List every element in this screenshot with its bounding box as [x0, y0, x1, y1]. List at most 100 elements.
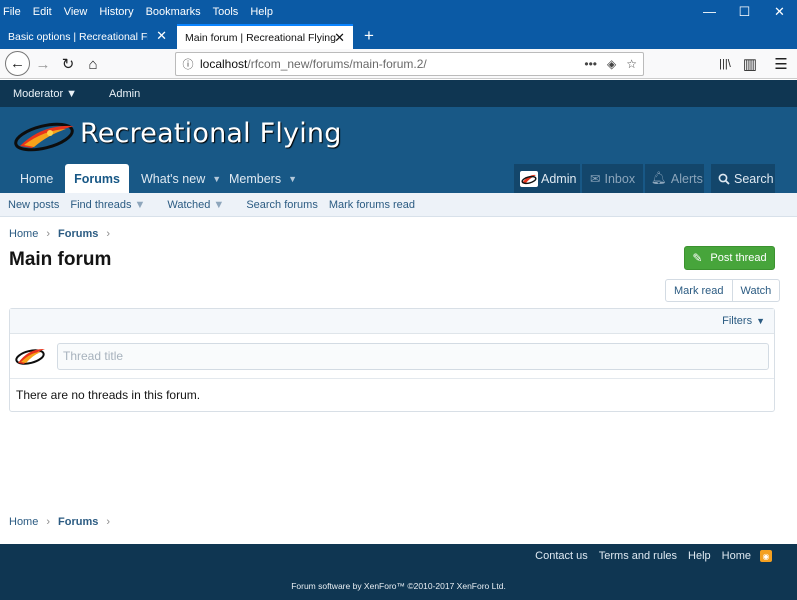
- reload-icon[interactable]: ↻: [56, 52, 80, 76]
- close-tab-icon[interactable]: ✕: [156, 28, 167, 44]
- menu-help[interactable]: Help: [250, 6, 273, 18]
- minimize-icon[interactable]: —: [692, 0, 727, 23]
- nav-members[interactable]: Members ▼: [229, 164, 297, 193]
- subnav-find-threads[interactable]: Find threads ▼: [70, 199, 156, 211]
- page-title: Main forum: [9, 249, 112, 270]
- url-text[interactable]: localhost/rfcom_new/forums/main-forum.2/: [200, 57, 584, 71]
- tab-main-forum[interactable]: Main forum | Recreational Flying ✕: [177, 24, 353, 49]
- url-path: /rfcom_new/forums/main-forum.2/: [247, 57, 427, 71]
- staff-bar: Moderator ▼ Admin: [0, 80, 797, 107]
- nav-search[interactable]: Search: [711, 164, 775, 193]
- nav-alerts[interactable]: 🔔︎ Alerts: [645, 164, 704, 193]
- menu-view[interactable]: View: [64, 6, 88, 18]
- edit-icon: ✎: [692, 251, 703, 265]
- chevron-down-icon: ▼: [213, 198, 225, 211]
- footer-help[interactable]: Help: [688, 550, 711, 562]
- subnav-mark-forums-read[interactable]: Mark forums read: [329, 199, 415, 211]
- subnav-new-posts[interactable]: New posts: [8, 199, 59, 211]
- forward-icon[interactable]: →: [31, 52, 55, 76]
- moderator-menu[interactable]: Moderator ▼: [13, 88, 93, 100]
- page-actions-icon[interactable]: •••: [584, 57, 597, 71]
- thread-list: Filters▼ There are no threads in this fo…: [9, 308, 775, 412]
- library-icon[interactable]: |||\: [713, 52, 737, 76]
- subnav-watched-label: Watched: [167, 198, 211, 211]
- chevron-right-icon: ›: [46, 516, 51, 528]
- site-title[interactable]: Recreational Flying: [80, 118, 342, 149]
- close-window-icon[interactable]: ✕: [762, 0, 797, 23]
- chevron-down-icon[interactable]: ▼: [212, 174, 221, 184]
- menu-history[interactable]: History: [99, 6, 133, 18]
- chevron-down-icon: ▼: [66, 87, 78, 100]
- envelope-icon: ✉: [590, 172, 601, 186]
- nav-members-label: Members: [229, 171, 282, 186]
- bookmark-star-icon[interactable]: ☆: [626, 57, 637, 71]
- breadcrumb-forums[interactable]: Forums: [58, 516, 98, 528]
- info-icon[interactable]: ⓘ: [176, 56, 200, 72]
- search-icon: [718, 173, 730, 185]
- sidebar-icon[interactable]: ▥: [738, 52, 762, 76]
- admin-link[interactable]: Admin: [109, 88, 140, 100]
- quick-thread-row: [10, 334, 774, 379]
- nav-home[interactable]: Home: [20, 164, 53, 193]
- breadcrumb-home[interactable]: Home: [9, 516, 38, 528]
- subnav-watched[interactable]: Watched ▼: [167, 199, 235, 211]
- user-avatar-icon: [520, 170, 538, 187]
- browser-toolbar: ← → ↻ ⌂ ⓘ localhost/rfcom_new/forums/mai…: [0, 49, 797, 79]
- tab-title: Main forum | Recreational Flying: [185, 31, 336, 44]
- subnav-search-forums[interactable]: Search forums: [246, 199, 318, 211]
- menu-bookmarks[interactable]: Bookmarks: [146, 6, 201, 18]
- footer-home[interactable]: Home: [722, 550, 751, 562]
- new-tab-icon[interactable]: +: [358, 23, 380, 49]
- mark-read-button[interactable]: Mark read: [666, 280, 732, 301]
- forum-actions: Mark read Watch: [665, 279, 781, 302]
- nav-alerts-label: Alerts: [670, 171, 703, 186]
- tab-basic-options[interactable]: Basic options | Recreational Flying - ✕: [0, 24, 175, 49]
- chevron-down-icon: ▼: [756, 316, 765, 326]
- footer-contact-us[interactable]: Contact us: [535, 550, 588, 562]
- nav-forums[interactable]: Forums: [65, 164, 129, 193]
- watch-button[interactable]: Watch: [731, 280, 780, 301]
- window-controls: — ☐ ✕: [692, 0, 797, 23]
- sub-nav: New posts Find threads ▼ Watched ▼ Search …: [0, 193, 797, 217]
- filter-bar: Filters ▼: [10, 309, 774, 334]
- url-bar[interactable]: ⓘ localhost/rfcom_new/forums/main-forum.…: [175, 52, 644, 76]
- rss-icon[interactable]: ◉: [760, 550, 772, 562]
- avatar: [15, 348, 45, 365]
- logo-icon[interactable]: [14, 118, 78, 154]
- thread-title-input[interactable]: [57, 342, 769, 370]
- post-thread-button[interactable]: ✎ Post thread: [684, 246, 775, 270]
- home-icon[interactable]: ⌂: [81, 52, 105, 76]
- menu-tools[interactable]: Tools: [213, 6, 239, 18]
- nav-search-label: Search: [734, 171, 774, 186]
- chevron-right-icon: ›: [106, 516, 111, 528]
- chevron-down-icon: ▼: [134, 198, 146, 211]
- browser-titlebar: File Edit View History Bookmarks Tools H…: [0, 0, 797, 23]
- nav-account[interactable]: Admin: [514, 164, 580, 193]
- url-actions: ••• ◈ ☆: [584, 57, 643, 71]
- chevron-down-icon[interactable]: ▼: [288, 174, 297, 184]
- nav-whats-new[interactable]: What's new ▼: [141, 164, 221, 193]
- pocket-icon[interactable]: ◈: [607, 57, 616, 71]
- bell-icon: 🔔︎: [651, 171, 667, 185]
- empty-message: There are no threads in this forum.: [16, 388, 201, 402]
- maximize-icon[interactable]: ☐: [727, 0, 762, 23]
- hamburger-menu-icon[interactable]: ☰: [769, 52, 793, 76]
- chevron-right-icon: ›: [106, 228, 111, 240]
- back-icon[interactable]: ←: [5, 51, 30, 76]
- menu-file[interactable]: File: [3, 6, 21, 18]
- nav-admin-label: Admin: [541, 171, 577, 186]
- footer-terms[interactable]: Terms and rules: [599, 550, 677, 562]
- nav-inbox[interactable]: ✉ Inbox: [582, 164, 643, 193]
- tab-title: Basic options | Recreational Flying -: [8, 30, 148, 43]
- url-host: localhost: [200, 57, 248, 71]
- breadcrumb: Home › Forums ›: [9, 228, 118, 240]
- menu-edit[interactable]: Edit: [33, 6, 52, 18]
- breadcrumb-home[interactable]: Home: [9, 228, 38, 240]
- close-tab-icon[interactable]: ✕: [334, 30, 345, 46]
- footer-links: Contact us Terms and rules Help Home: [524, 550, 751, 562]
- moderator-label: Moderator: [13, 87, 64, 100]
- menu-bar: File Edit View History Bookmarks Tools H…: [3, 0, 285, 23]
- breadcrumb-forums[interactable]: Forums: [58, 228, 98, 240]
- breadcrumb-bottom: Home › Forums ›: [9, 516, 118, 528]
- filters-button[interactable]: Filters ▼: [722, 315, 765, 327]
